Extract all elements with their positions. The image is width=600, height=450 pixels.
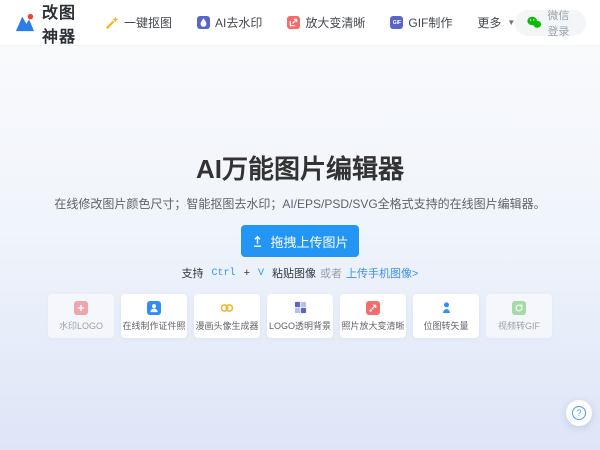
app-logo[interactable]: 改图神器	[14, 0, 84, 47]
gif-icon: GIF	[390, 16, 403, 29]
tip-plus: +	[244, 267, 250, 279]
nav-menu: 一键抠图 AI去水印 放大变清晰 GIF GIF制作 更	[106, 14, 515, 31]
chevron-down-icon: ▼	[507, 18, 515, 27]
nav-item-label: 放大变清晰	[305, 14, 365, 31]
tip-or-text: 或者	[320, 265, 342, 281]
feature-card-label: 漫画头像生成器	[195, 319, 258, 332]
kbd-ctrl: Ctrl	[208, 267, 240, 280]
question-icon: ?	[572, 406, 586, 420]
page-subtitle: 在线修改图片颜色尺寸；智能抠图去水印；AI/EPS/PSD/SVG全格式支持的在…	[54, 195, 545, 212]
feature-card-enlarge-photo[interactable]: 照片放大变清晰	[340, 294, 406, 338]
tip-prefix: 支持	[182, 265, 204, 281]
nav-item-onekey-cutout[interactable]: 一键抠图	[106, 14, 172, 31]
tip-paste-text: 粘贴图像	[272, 265, 316, 281]
nav-item-label: 更多	[477, 14, 501, 31]
page-title: AI万能图片编辑器	[196, 152, 404, 186]
wechat-icon	[527, 16, 542, 29]
nav-item-label: GIF制作	[408, 14, 452, 31]
transparent-bg-icon	[293, 301, 307, 315]
main-hero-section: AI万能图片编辑器 在线修改图片颜色尺寸；智能抠图去水印；AI/EPS/PSD/…	[0, 46, 600, 450]
feature-card-video-to-gif[interactable]: 视频转GIF	[486, 294, 552, 338]
feature-card-label: 视频转GIF	[498, 319, 540, 332]
enlarge-photo-icon	[366, 301, 380, 315]
nav-item-gif-maker[interactable]: GIF GIF制作	[390, 14, 452, 31]
upload-button-label: 拖拽上传图片	[270, 232, 348, 251]
enlarge-icon	[287, 16, 300, 29]
feature-card-bitmap-to-vector[interactable]: 位图转矢量	[413, 294, 479, 338]
nav-item-ai-watermark-remove[interactable]: AI去水印	[197, 14, 262, 31]
nav-item-enlarge-clear[interactable]: 放大变清晰	[287, 14, 365, 31]
feature-card-label: 照片放大变清晰	[341, 319, 404, 332]
feature-card-comic-avatar[interactable]: 漫画头像生成器	[194, 294, 260, 338]
feature-card-watermark-logo[interactable]: 水印LOGO	[48, 294, 114, 338]
paste-tip: 支持 Ctrl + V 粘贴图像 或者 上传手机图像>	[182, 265, 419, 281]
magic-wand-icon	[106, 16, 119, 29]
bitmap-to-vector-icon	[439, 301, 453, 315]
upload-icon	[251, 235, 264, 248]
feature-card-label: 位图转矢量	[423, 319, 468, 332]
nav-item-label: 一键抠图	[124, 14, 172, 31]
feature-card-label: 在线制作证件照	[122, 319, 185, 332]
comic-avatar-icon	[220, 301, 234, 315]
watermark-plus-icon	[74, 301, 88, 315]
nav-item-label: AI去水印	[215, 14, 262, 31]
upload-image-button[interactable]: 拖拽上传图片	[241, 225, 359, 257]
feature-card-id-photo[interactable]: 在线制作证件照	[121, 294, 187, 338]
feature-card-label: 水印LOGO	[59, 319, 103, 332]
wechat-login-label: 微信登录	[547, 7, 574, 39]
feature-card-transparent-logo-bg[interactable]: LOGO透明背景	[267, 294, 333, 338]
watermark-remove-icon	[197, 16, 210, 29]
video-to-gif-icon	[512, 301, 526, 315]
app-title: 改图神器	[42, 0, 84, 47]
id-photo-icon	[147, 301, 161, 315]
wechat-login-button[interactable]: 微信登录	[515, 10, 586, 36]
navbar: 改图神器 一键抠图 AI去水印	[0, 0, 600, 46]
nav-item-more[interactable]: 更多 ▼	[477, 14, 515, 31]
feature-card-label: LOGO透明背景	[269, 319, 331, 332]
upload-mobile-link[interactable]: 上传手机图像>	[346, 265, 418, 281]
feature-card-row: 水印LOGO 在线制作证件照 漫画头像生成器	[48, 294, 552, 338]
kbd-v: V	[254, 267, 268, 280]
help-button[interactable]: ?	[566, 400, 592, 426]
logo-mountain-icon	[14, 13, 36, 33]
